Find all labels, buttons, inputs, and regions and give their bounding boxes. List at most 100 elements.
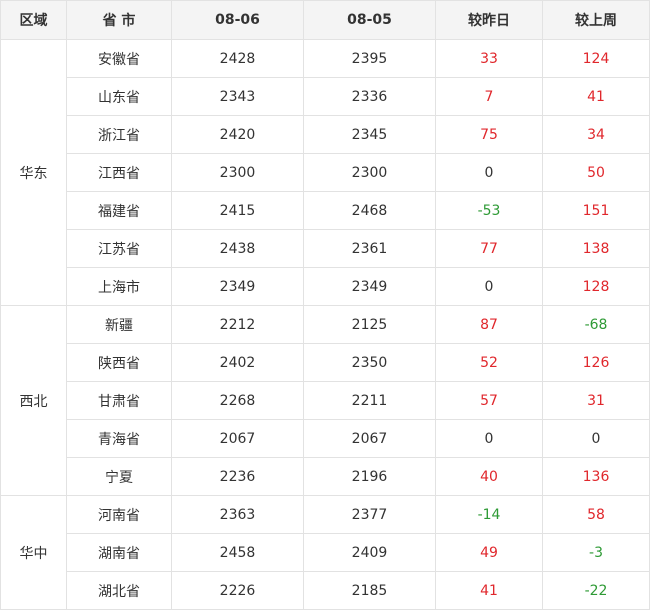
table-row: 江西省 2300 2300 0 50 (1, 153, 650, 192)
change-vs-yesterday-cell: 49 (435, 533, 543, 572)
province-cell: 甘肃省 (66, 381, 172, 420)
province-cell: 新疆 (66, 305, 172, 344)
price-0805-cell: 2409 (303, 533, 436, 572)
price-0806-cell: 2268 (171, 381, 304, 420)
province-cell: 安徽省 (66, 39, 172, 78)
table-row: 湖北省 2226 2185 41 -22 (1, 571, 650, 610)
province-cell: 山东省 (66, 77, 172, 116)
price-0805-cell: 2345 (303, 115, 436, 154)
price-0805-cell: 2377 (303, 495, 436, 534)
header-date-0805: 08-05 (303, 0, 436, 40)
table-row: 陕西省 2402 2350 52 126 (1, 343, 650, 382)
price-0806-cell: 2415 (171, 191, 304, 230)
change-vs-last-week-cell: 34 (542, 115, 650, 154)
price-0805-cell: 2067 (303, 419, 436, 458)
change-vs-last-week-cell: 31 (542, 381, 650, 420)
change-vs-yesterday-cell: 33 (435, 39, 543, 78)
price-0805-cell: 2300 (303, 153, 436, 192)
province-cell: 福建省 (66, 191, 172, 230)
price-0805-cell: 2196 (303, 457, 436, 496)
region-cell: 西北 (0, 305, 67, 496)
change-vs-last-week-cell: 151 (542, 191, 650, 230)
table-row: 甘肃省 2268 2211 57 31 (1, 381, 650, 420)
province-cell: 湖北省 (66, 571, 172, 610)
province-cell: 江苏省 (66, 229, 172, 268)
table-row: 山东省 2343 2336 7 41 (1, 77, 650, 116)
price-0805-cell: 2336 (303, 77, 436, 116)
price-0806-cell: 2428 (171, 39, 304, 78)
price-0805-cell: 2395 (303, 39, 436, 78)
change-vs-yesterday-cell: 41 (435, 571, 543, 610)
price-0806-cell: 2363 (171, 495, 304, 534)
price-0806-cell: 2402 (171, 343, 304, 382)
table-row: 华东 安徽省 2428 2395 33 124 (0, 39, 650, 306)
change-vs-last-week-cell: -3 (542, 533, 650, 572)
change-vs-last-week-cell: 50 (542, 153, 650, 192)
province-cell: 宁夏 (66, 457, 172, 496)
province-cell: 陕西省 (66, 343, 172, 382)
change-vs-last-week-cell: 124 (542, 39, 650, 78)
change-vs-yesterday-cell: 57 (435, 381, 543, 420)
price-table: 区域 省 市 08-06 08-05 较昨日 较上周 华东 安徽省 2428 2395… (0, 0, 650, 610)
change-vs-last-week-cell: 58 (542, 495, 650, 534)
table-body: 华东 安徽省 2428 2395 33 124 山东省 2343 2336 7 41 浙江省 2420 2… (0, 39, 650, 610)
change-vs-yesterday-cell: -53 (435, 191, 543, 230)
price-0805-cell: 2350 (303, 343, 436, 382)
header-region: 区域 (0, 0, 67, 40)
price-0805-cell: 2361 (303, 229, 436, 268)
price-0806-cell: 2236 (171, 457, 304, 496)
price-0805-cell: 2185 (303, 571, 436, 610)
change-vs-yesterday-cell: 52 (435, 343, 543, 382)
header-province: 省 市 (66, 0, 172, 40)
change-vs-yesterday-cell: 0 (435, 419, 543, 458)
price-0806-cell: 2438 (171, 229, 304, 268)
province-cell: 湖南省 (66, 533, 172, 572)
change-vs-last-week-cell: -22 (542, 571, 650, 610)
table-row: 浙江省 2420 2345 75 34 (1, 115, 650, 154)
table-row: 宁夏 2236 2196 40 136 (1, 457, 650, 496)
price-0805-cell: 2211 (303, 381, 436, 420)
region-cell: 华中 (0, 495, 67, 610)
price-0806-cell: 2067 (171, 419, 304, 458)
price-0805-cell: 2125 (303, 305, 436, 344)
change-vs-yesterday-cell: -14 (435, 495, 543, 534)
province-cell: 江西省 (66, 153, 172, 192)
change-vs-last-week-cell: -68 (542, 305, 650, 344)
table-row: 华中 河南省 2363 2377 -14 58 (0, 495, 650, 610)
province-cell: 浙江省 (66, 115, 172, 154)
change-vs-yesterday-cell: 77 (435, 229, 543, 268)
region-cell: 华东 (0, 39, 67, 306)
change-vs-last-week-cell: 0 (542, 419, 650, 458)
change-vs-yesterday-cell: 40 (435, 457, 543, 496)
province-cell: 上海市 (66, 267, 172, 306)
change-vs-yesterday-cell: 0 (435, 267, 543, 306)
price-0805-cell: 2468 (303, 191, 436, 230)
change-vs-last-week-cell: 138 (542, 229, 650, 268)
price-0806-cell: 2458 (171, 533, 304, 572)
province-cell: 河南省 (66, 495, 172, 534)
table-row: 湖南省 2458 2409 49 -3 (1, 533, 650, 572)
change-vs-yesterday-cell: 7 (435, 77, 543, 116)
change-vs-yesterday-cell: 0 (435, 153, 543, 192)
table-row: 江苏省 2438 2361 77 138 (1, 229, 650, 268)
header-row: 区域 省 市 08-06 08-05 较昨日 较上周 (0, 0, 650, 40)
price-0806-cell: 2226 (171, 571, 304, 610)
change-vs-last-week-cell: 126 (542, 343, 650, 382)
table-header: 区域 省 市 08-06 08-05 较昨日 较上周 (0, 0, 650, 40)
price-0806-cell: 2349 (171, 267, 304, 306)
header-vs-last-week: 较上周 (542, 0, 650, 40)
change-vs-last-week-cell: 41 (542, 77, 650, 116)
change-vs-yesterday-cell: 75 (435, 115, 543, 154)
price-0805-cell: 2349 (303, 267, 436, 306)
price-0806-cell: 2420 (171, 115, 304, 154)
price-0806-cell: 2343 (171, 77, 304, 116)
change-vs-yesterday-cell: 87 (435, 305, 543, 344)
header-date-0806: 08-06 (171, 0, 304, 40)
price-0806-cell: 2212 (171, 305, 304, 344)
header-vs-yesterday: 较昨日 (435, 0, 543, 40)
change-vs-last-week-cell: 128 (542, 267, 650, 306)
table-row: 青海省 2067 2067 0 0 (1, 419, 650, 458)
table-row: 上海市 2349 2349 0 128 (1, 267, 650, 306)
province-cell: 青海省 (66, 419, 172, 458)
price-0806-cell: 2300 (171, 153, 304, 192)
